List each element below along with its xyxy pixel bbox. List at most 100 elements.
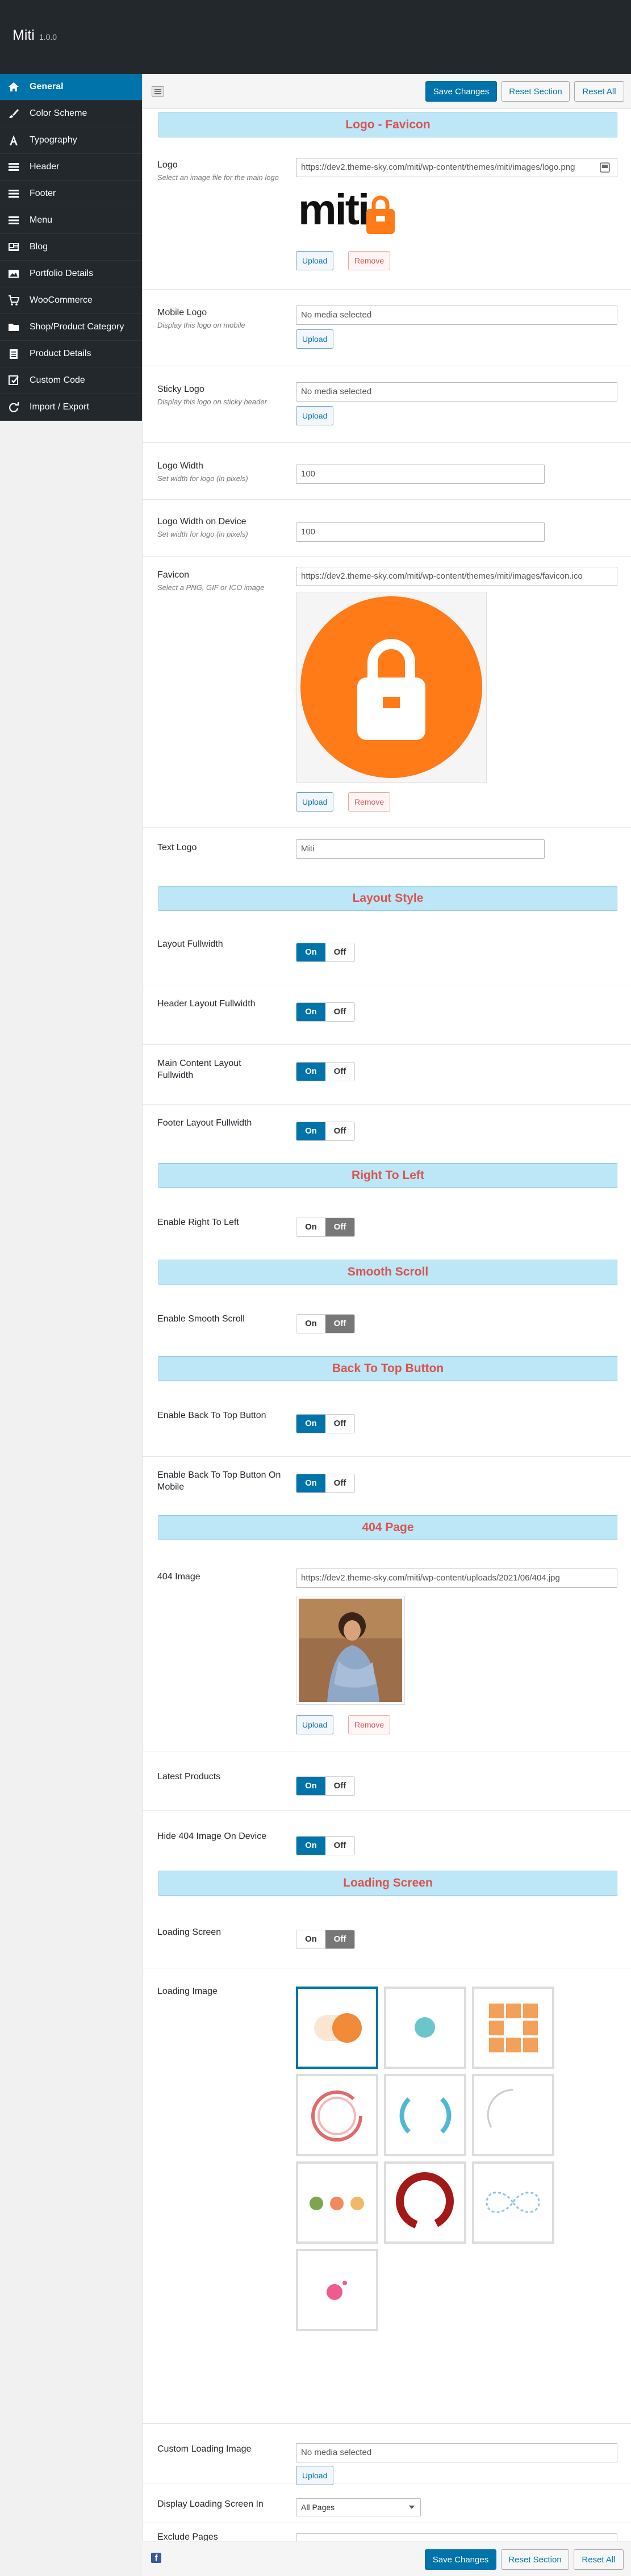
field-label: Enable Back To Top Button [157, 1411, 266, 1420]
field-row-layout-fullwidth: Layout Fullwidth On Off [143, 926, 631, 985]
facebook-icon[interactable]: f [151, 2553, 161, 2563]
chevron-down-icon [409, 2506, 415, 2509]
sidebar-item-import-export[interactable]: Import / Export [0, 394, 142, 421]
field-row-404-image: 404 Image https://dev2.theme-sky.com/mit… [143, 1557, 631, 1751]
media-library-icon[interactable] [600, 162, 610, 173]
field-label: Latest Products [157, 1772, 221, 1782]
field-description: Set width for logo (in pixels) [157, 474, 248, 483]
sticky-logo-upload-button[interactable]: Upload [296, 406, 334, 425]
sidebar-item-footer[interactable]: Footer [0, 181, 142, 207]
admin-background [0, 421, 142, 2576]
footer-fullwidth-toggle[interactable]: On Off [296, 1122, 355, 1141]
toggle-dots-loader-icon [314, 2013, 362, 2043]
sidebar-item-blog[interactable]: Blog [0, 234, 142, 261]
latest-products-toggle[interactable]: On Off [296, 1776, 355, 1796]
field-row-logo-width-device: Logo Width on Device Set width for logo … [143, 500, 631, 557]
logo-width-input[interactable]: 100 [296, 465, 545, 484]
loading-image-option-2[interactable] [384, 1987, 466, 2069]
favicon-url-input[interactable]: https://dev2.theme-sky.com/miti/wp-conte… [296, 567, 617, 586]
rtl-toggle[interactable]: On Off [296, 1218, 355, 1237]
sidebar-item-color-scheme[interactable]: Color Scheme [0, 101, 142, 127]
sidebar-item-menu[interactable]: Menu [0, 207, 142, 234]
reset-all-button[interactable]: Reset All [574, 81, 624, 102]
404-image-remove-button[interactable]: Remove [348, 1715, 391, 1734]
favicon-upload-button[interactable]: Upload [296, 792, 334, 812]
sidebar-item-portfolio-details[interactable]: Portfolio Details [0, 261, 142, 287]
logo-width-device-input[interactable]: 100 [296, 522, 545, 542]
sticky-logo-input[interactable]: No media selected [296, 382, 617, 402]
mobile-logo-upload-button[interactable]: Upload [296, 329, 334, 349]
favicon-preview [296, 592, 487, 783]
blocks-loader-icon [489, 2004, 538, 2052]
logo-upload-button[interactable]: Upload [296, 251, 334, 270]
field-row-footer-fullwidth: Footer Layout Fullwidth On Off [143, 1105, 631, 1161]
display-loading-select[interactable]: All Pages [296, 2498, 421, 2516]
loading-image-option-9[interactable] [472, 2161, 554, 2244]
sidebar-item-header[interactable]: Header [0, 154, 142, 181]
field-row-header-fullwidth: Header Layout Fullwidth On Off [143, 985, 631, 1045]
sidebar-item-general[interactable]: General [0, 74, 142, 101]
field-label: Sticky Logo [157, 384, 204, 394]
back-to-top-toggle[interactable]: On Off [296, 1414, 355, 1433]
sidebar-item-typography[interactable]: Typography [0, 127, 142, 154]
back-to-top-mobile-toggle[interactable]: On Off [296, 1474, 355, 1493]
loading-image-option-10[interactable] [296, 2249, 378, 2331]
section-header-404: 404 Page [158, 1515, 617, 1540]
loading-image-option-1[interactable] [296, 1987, 378, 2069]
404-image-preview [296, 1596, 405, 1705]
layout-fullwidth-toggle[interactable]: On Off [296, 943, 355, 962]
app-version: 1.0.0 [39, 32, 57, 41]
loading-screen-toggle[interactable]: On Off [296, 1930, 355, 1949]
logo-remove-button[interactable]: Remove [348, 251, 391, 270]
menu-lines-icon [7, 187, 20, 200]
hide-404-toggle[interactable]: On Off [296, 1836, 355, 1855]
options-panel: Save Changes Reset Section Reset All Log… [142, 74, 631, 2576]
field-row-latest-products: Latest Products On Off [143, 1751, 631, 1811]
thick-ring-loader-icon [396, 2172, 454, 2230]
reset-section-button[interactable]: Reset Section [502, 81, 570, 102]
sidebar-item-shop-product-category[interactable]: Shop/Product Category [0, 314, 142, 341]
sidebar-item-product-details[interactable]: Product Details [0, 341, 142, 367]
sidebar-item-custom-code[interactable]: Custom Code [0, 367, 142, 394]
custom-loading-image-input[interactable]: No media selected [296, 2443, 617, 2462]
edit-icon [7, 374, 20, 387]
custom-loading-upload-button[interactable]: Upload [296, 2466, 334, 2485]
folder-icon [7, 320, 20, 334]
woman-photo-thumbnail [299, 1599, 402, 1702]
expand-menu-icon[interactable] [152, 86, 164, 97]
404-image-url-input[interactable]: https://dev2.theme-sky.com/miti/wp-conte… [296, 1569, 617, 1588]
save-changes-button-bottom[interactable]: Save Changes [425, 2549, 496, 2570]
text-logo-input[interactable]: Miti [296, 839, 545, 859]
favicon-remove-button[interactable]: Remove [348, 792, 391, 812]
loading-image-option-8[interactable] [384, 2161, 466, 2244]
loading-image-option-4[interactable] [296, 2074, 378, 2156]
loading-image-option-7[interactable] [296, 2161, 378, 2244]
field-label: Hide 404 Image On Device [157, 1831, 267, 1841]
field-row-smooth-scroll: Enable Smooth Scroll On Off [143, 1300, 631, 1353]
top-toolbar: Save Changes Reset Section Reset All [143, 74, 631, 109]
save-changes-button[interactable]: Save Changes [425, 81, 497, 102]
loading-image-option-5[interactable] [384, 2074, 466, 2156]
typography-icon [7, 133, 20, 147]
field-label: 404 Image [157, 1572, 200, 1582]
menu-lines-icon [7, 160, 20, 174]
404-image-upload-button[interactable]: Upload [296, 1715, 334, 1734]
field-row-back-to-top-mobile: Enable Back To Top Button On Mobile On Of… [143, 1457, 631, 1513]
field-row-hide-404: Hide 404 Image On Device On Off [143, 1811, 631, 1868]
image-icon [7, 267, 20, 281]
loading-image-option-6[interactable] [472, 2074, 554, 2156]
sidebar-item-woocommerce[interactable]: WooCommerce [0, 287, 142, 314]
smooth-scroll-toggle[interactable]: On Off [296, 1314, 355, 1333]
field-description: Display this logo on mobile [157, 321, 245, 329]
reset-section-button-bottom[interactable]: Reset Section [501, 2549, 569, 2570]
header-fullwidth-toggle[interactable]: On Off [296, 1002, 355, 1022]
main-fullwidth-toggle[interactable]: On Off [296, 1062, 355, 1081]
clipboard-icon [7, 347, 20, 361]
logo-url-input[interactable]: https://dev2.theme-sky.com/miti/wp-conte… [296, 158, 617, 177]
field-label: Text Logo [157, 843, 197, 852]
field-row-back-to-top: Enable Back To Top Button On Off [143, 1397, 631, 1457]
loading-image-option-3[interactable] [472, 1987, 554, 2069]
admin-header: Miti 1.0.0 [0, 0, 631, 74]
mobile-logo-input[interactable]: No media selected [296, 306, 617, 325]
reset-all-button-bottom[interactable]: Reset All [574, 2549, 624, 2570]
